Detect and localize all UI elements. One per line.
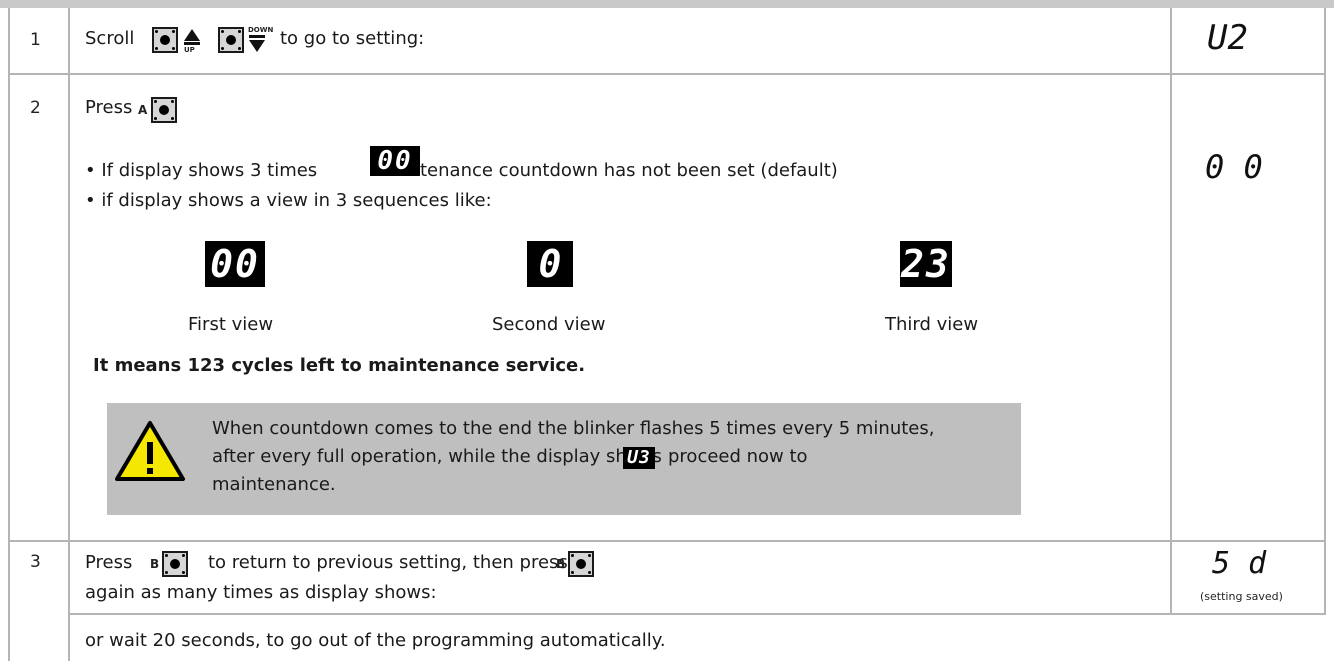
down-push-button: [218, 27, 244, 53]
step2-press-label: Press: [85, 97, 133, 118]
step-number: 1: [30, 30, 41, 50]
bullet1-after: tenance countdown has not been set (defa…: [420, 160, 838, 181]
warning-display-u3: U3: [623, 447, 655, 469]
view-caption-first: First view: [188, 314, 274, 335]
inline-display-00: 00: [370, 146, 420, 176]
display-5d: 5 d: [1212, 546, 1267, 581]
warning-icon: [115, 421, 185, 481]
button-letter-a: A: [138, 103, 148, 117]
button-letter-b-2: B: [556, 557, 566, 571]
step-number: 3: [30, 552, 41, 572]
step3-text-mid: to return to previous setting, then pres…: [208, 552, 568, 573]
step-number: 2: [30, 98, 41, 118]
display-u2: U2: [1207, 18, 1248, 58]
right-border: [1324, 8, 1326, 613]
warning-line2-after: proceed now to: [668, 446, 808, 467]
view-display-third: 23: [900, 241, 952, 287]
step3-press-label: Press: [85, 552, 133, 573]
view-display-second: 0 1: [527, 241, 573, 332]
row3-divider: [68, 613, 1326, 615]
down-label: DOWN: [248, 26, 274, 34]
step1-text-after: to go to setting:: [280, 28, 425, 49]
view-display-first: 00: [205, 241, 265, 287]
warning-line2-before: after every full operation, while the di…: [212, 446, 662, 467]
row1-divider: [8, 73, 1326, 75]
arrow-down-icon: [249, 35, 265, 52]
footer-text: or wait 20 seconds, to go out of the pro…: [85, 630, 666, 651]
step1-text-before: Scroll: [85, 28, 135, 49]
a-push-button: [151, 97, 177, 123]
up-label: UP: [184, 46, 195, 54]
number-column-divider: [68, 8, 70, 661]
meaning-text: It means 123 cycles left to maintenance …: [93, 355, 586, 376]
view-caption-second: Second view: [492, 314, 606, 335]
up-push-button: [152, 27, 178, 53]
warning-line3: maintenance.: [212, 474, 336, 495]
view-caption-third: Third view: [885, 314, 979, 335]
display-00: 0 0: [1205, 148, 1263, 186]
bullet1-before: • If display shows 3 times: [85, 160, 318, 181]
b-push-button: [162, 551, 188, 577]
button-letter-b: B: [150, 557, 160, 571]
display-note: (setting saved): [1200, 590, 1283, 603]
left-border: [8, 8, 10, 661]
warning-line1: When countdown comes to the end the blin…: [212, 418, 935, 439]
b-push-button-2: [568, 551, 594, 577]
row2-divider: [8, 540, 1326, 542]
display-column-divider: [1170, 8, 1172, 613]
bullet2: • if display shows a view in 3 sequences…: [85, 190, 492, 211]
step3-line2: again as many times as display shows:: [85, 582, 437, 603]
top-bar: [0, 0, 1334, 8]
